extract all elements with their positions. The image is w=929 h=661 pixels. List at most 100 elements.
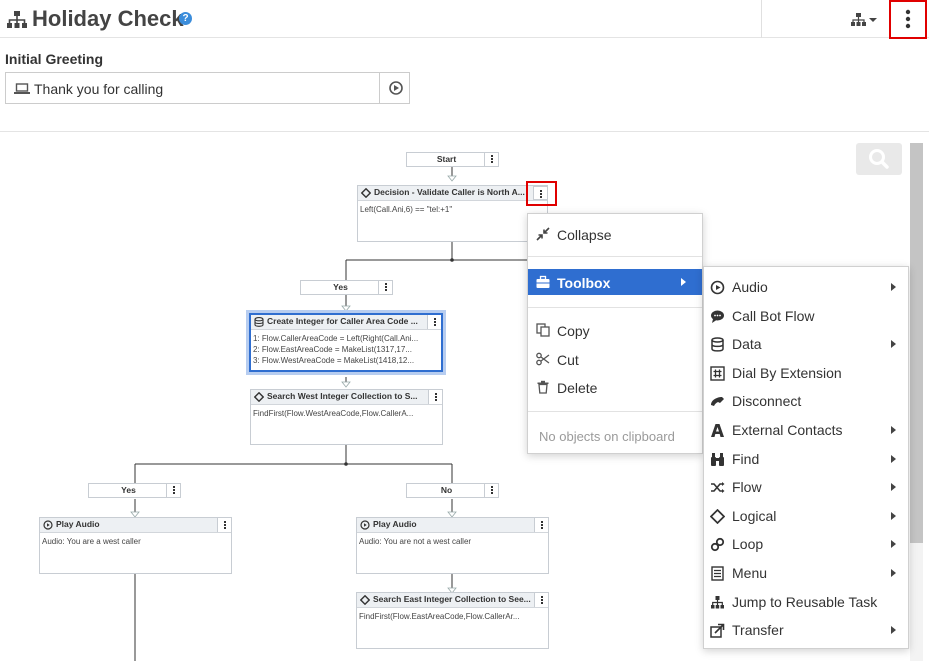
play-audio-west-header: Play Audio [40, 518, 231, 533]
menu-list-icon [711, 566, 724, 581]
copy-label: Copy [557, 323, 590, 339]
play-audio-west-menu-button[interactable] [217, 518, 231, 532]
yes-left-label: Yes [121, 485, 136, 495]
submenu-arrow-icon [891, 512, 896, 520]
toolbox-item-jump-to-reusable-task[interactable]: Jump to Reusable Task [704, 588, 908, 616]
play-audio-notwest-menu-button[interactable] [534, 518, 548, 532]
sitemap-icon [711, 596, 724, 609]
submenu-arrow-icon [891, 569, 896, 577]
toolbox-submenu: Audio Call Bot Flow Data Dial By Extensi… [703, 266, 909, 649]
submenu-arrow-icon [891, 626, 896, 634]
submenu-arrow-icon [891, 540, 896, 548]
toolbox-item-label: Flow [732, 479, 762, 495]
toolbox-menu-item[interactable]: Toolbox [528, 269, 702, 295]
create-integer-node[interactable]: Create Integer for Caller Area Code ... … [249, 313, 443, 372]
toolbox-item-label: Transfer [732, 622, 784, 638]
scissors-icon [536, 352, 550, 366]
decision-header: Decision - Validate Caller is North A... [358, 186, 547, 201]
yes-branch-label: Yes [333, 282, 348, 292]
cut-label: Cut [557, 352, 579, 368]
collapse-icon [536, 227, 550, 241]
chat-bubble-icon [711, 310, 724, 323]
play-greeting-button[interactable] [379, 73, 411, 103]
toolbox-item-logical[interactable]: Logical [704, 502, 908, 530]
no-branch-label: No [440, 485, 453, 495]
search-east-header: Search East Integer Collection to See... [357, 593, 548, 608]
create-integer-line-1: 1: Flow.CallerAreaCode = Left(Right(Call… [253, 334, 419, 343]
play-circle-icon [360, 520, 370, 530]
search-east-expression: FindFirst(Flow.EastAreaCode,Flow.CallerA… [359, 612, 520, 621]
copy-menu-item[interactable]: Copy [528, 317, 702, 343]
toolbox-item-find[interactable]: Find [704, 445, 908, 473]
toolbox-item-label: Logical [732, 508, 777, 524]
create-integer-line-2: 2: Flow.EastAreaCode = MakeList(1317,17.… [253, 345, 412, 354]
play-audio-west-title: Play Audio [56, 519, 100, 529]
trash-icon [537, 380, 549, 394]
toolbox-item-audio[interactable]: Audio [704, 273, 908, 301]
diamond-icon [710, 509, 725, 524]
toolbox-item-loop[interactable]: Loop [704, 530, 908, 558]
toolbox-item-label: External Contacts [732, 422, 843, 438]
cut-menu-item[interactable]: Cut [528, 346, 702, 372]
submenu-arrow-icon [891, 455, 896, 463]
search-west-menu-button[interactable] [428, 390, 442, 404]
toolbox-item-label: Dial By Extension [732, 365, 842, 381]
play-circle-icon [389, 81, 403, 95]
collapse-menu-item[interactable]: Collapse [528, 221, 702, 247]
no-branch-node[interactable]: No [406, 483, 499, 498]
toolbox-item-dial-by-extension[interactable]: Dial By Extension [704, 359, 908, 387]
toolbox-item-external-contacts[interactable]: External Contacts [704, 416, 908, 444]
delete-label: Delete [557, 380, 598, 396]
clipboard-empty-note: No objects on clipboard [539, 429, 675, 444]
toolbox-item-label: Data [732, 336, 762, 352]
toolbox-item-transfer[interactable]: Transfer [704, 616, 908, 644]
transfer-icon [710, 623, 725, 638]
search-west-expression: FindFirst(Flow.WestAreaCode,Flow.CallerA… [253, 409, 414, 418]
search-west-node[interactable]: Search West Integer Collection to S... F… [250, 389, 443, 445]
search-east-node[interactable]: Search East Integer Collection to See...… [356, 592, 549, 649]
create-integer-menu-button[interactable] [427, 315, 441, 329]
search-east-menu-button[interactable] [534, 593, 548, 607]
search-west-title: Search West Integer Collection to S... [267, 391, 418, 401]
laptop-icon [14, 83, 30, 94]
submenu-arrow-icon [891, 483, 896, 491]
database-icon [254, 317, 264, 327]
greeting-input[interactable]: Thank you for calling [5, 72, 410, 104]
no-branch-menu-button[interactable] [484, 484, 498, 497]
toolbox-item-call-bot-flow[interactable]: Call Bot Flow [704, 302, 908, 330]
start-node[interactable]: Start [406, 152, 499, 167]
yes-left-menu-button[interactable] [166, 484, 180, 497]
toolbox-item-menu[interactable]: Menu [704, 559, 908, 587]
yes-branch-node[interactable]: Yes [300, 280, 393, 295]
canvas-search-button[interactable] [856, 143, 902, 175]
decision-node-menu-button[interactable] [533, 186, 548, 200]
help-icon[interactable]: ? [179, 12, 192, 25]
decision-node[interactable]: Decision - Validate Caller is North A...… [357, 185, 548, 242]
toolbox-item-data[interactable]: Data [704, 330, 908, 358]
yes-left-branch-node[interactable]: Yes [88, 483, 181, 498]
toolbox-label: Toolbox [557, 275, 611, 291]
more-options-button[interactable] [889, 0, 927, 39]
decision-title: Decision - Validate Caller is North A... [374, 187, 525, 197]
play-circle-icon [710, 280, 725, 295]
play-audio-west-node[interactable]: Play Audio Audio: You are a west caller [39, 517, 232, 574]
flow-hierarchy-icon [7, 11, 27, 28]
play-circle-icon [43, 520, 53, 530]
create-integer-line-3: 3: Flow.WestAreaCode = MakeList(1418,12.… [253, 356, 415, 365]
scrollbar-thumb[interactable] [910, 143, 923, 543]
play-audio-notwest-node[interactable]: Play Audio Audio: You are not a west cal… [356, 517, 549, 574]
node-context-menu: Collapse Toolbox Copy Cut Delete No obje… [527, 213, 703, 454]
start-node-menu-button[interactable] [484, 153, 498, 166]
copy-icon [536, 323, 550, 337]
collapse-label: Collapse [557, 227, 612, 243]
layout-dropdown-button[interactable] [848, 10, 882, 30]
submenu-arrow-icon [891, 426, 896, 434]
contacts-icon [711, 424, 724, 437]
menu-divider [528, 256, 702, 257]
diamond-icon [254, 392, 264, 402]
toolbox-item-disconnect[interactable]: Disconnect [704, 387, 908, 415]
submenu-arrow-icon [891, 283, 896, 291]
yes-branch-menu-button[interactable] [378, 281, 392, 294]
delete-menu-item[interactable]: Delete [528, 374, 702, 400]
toolbox-item-flow[interactable]: Flow [704, 473, 908, 501]
